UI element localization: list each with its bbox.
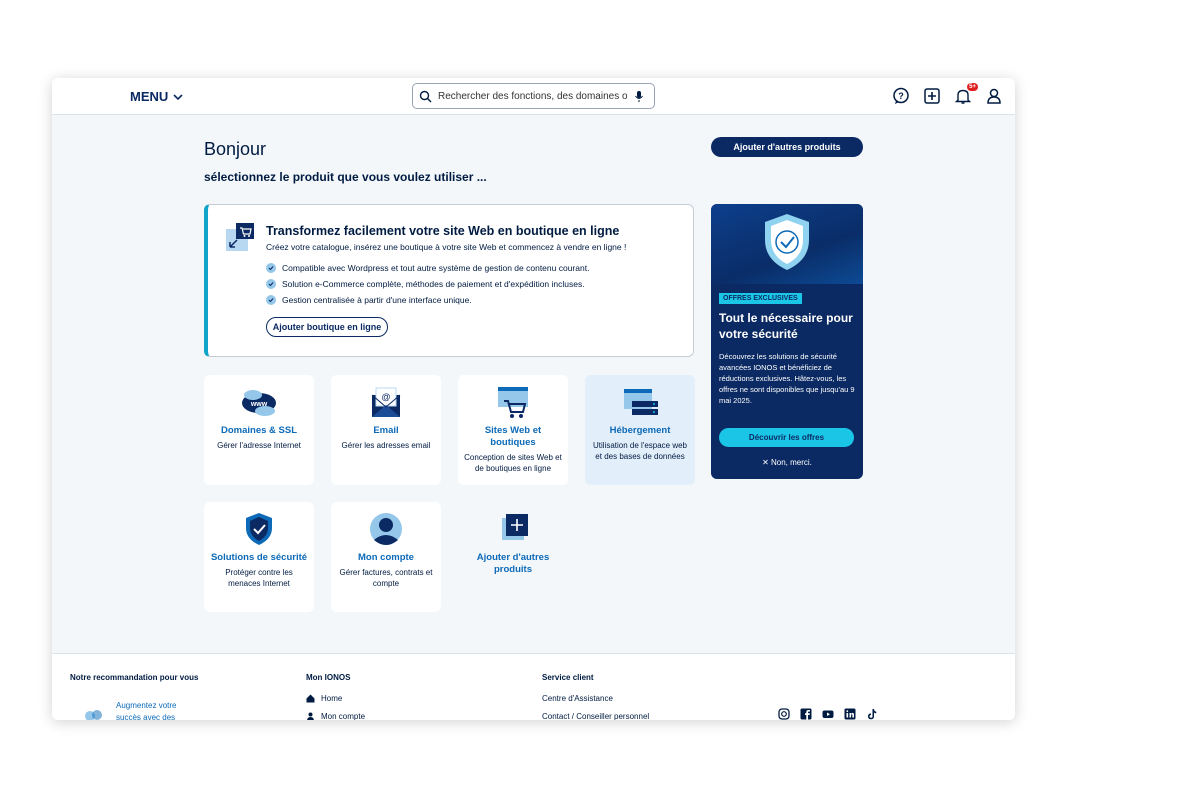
page-subtitle: sélectionnez le produit que vous voulez …	[204, 170, 487, 184]
tile-description: Gérer l'adresse Internet	[217, 441, 301, 450]
tile-add-products[interactable]: Ajouter d'autres produits	[458, 502, 568, 612]
offer-banner-image	[711, 204, 863, 284]
add-online-shop-button[interactable]: Ajouter boutique en ligne	[266, 317, 388, 337]
tiktok-icon[interactable]	[866, 707, 878, 720]
instagram-icon[interactable]	[778, 707, 790, 720]
tile-title: Mon compte	[358, 552, 414, 563]
tile-my-account[interactable]: Mon compte Gérer factures, contrats et c…	[331, 502, 441, 612]
microphone-icon[interactable]	[634, 90, 644, 103]
recommendation-heading: Notre recommandation pour vous	[70, 673, 199, 682]
website-cart-icon	[498, 387, 528, 418]
list-item: Gestion centralisée à partir d'une inter…	[266, 292, 589, 308]
menu-button[interactable]: MENU	[130, 89, 184, 104]
social-links	[778, 707, 878, 720]
footer-link-help-center[interactable]: Centre d'Assistance	[542, 694, 613, 703]
tile-title: Email	[373, 425, 399, 436]
promo-feature-list: Compatible avec Wordpress et tout autre …	[266, 260, 589, 308]
footer-link-home[interactable]: Home	[306, 694, 342, 703]
promo-card: Transformez facilement votre site Web en…	[204, 204, 694, 357]
online-shop-icon	[226, 223, 254, 251]
tile-description: Gérer factures, contrats et compte	[339, 568, 433, 588]
service-heading: Service client	[542, 673, 594, 682]
www-cloud-icon: www	[242, 390, 276, 416]
footer-link-label: Mon compte	[321, 712, 366, 720]
youtube-icon[interactable]	[822, 707, 834, 719]
promo-subtitle: Créez votre catalogue, insérez une bouti…	[266, 242, 627, 252]
check-icon	[266, 295, 276, 305]
add-products-button[interactable]: Ajouter d'autres produits	[711, 137, 863, 157]
page-title: Bonjour	[204, 139, 267, 159]
notification-badge: 5+	[967, 83, 978, 91]
avatar-icon	[370, 513, 402, 545]
mon-ionos-heading: Mon IONOS	[306, 673, 351, 682]
feature-text: Compatible avec Wordpress et tout autre …	[282, 263, 590, 273]
home-icon	[306, 694, 315, 703]
tile-websites-shops[interactable]: Sites Web et boutiques Conception de sit…	[458, 375, 568, 485]
security-offer-panel: OFFRES EXCLUSIVES Tout le nécessaire pou…	[711, 204, 863, 479]
offer-title: Tout le nécessaire pour votre sécurité	[719, 311, 853, 341]
tile-description: Protéger contre les menaces Internet	[225, 568, 293, 588]
promo-title: Transformez facilement votre site Web en…	[266, 224, 620, 238]
search-icon	[419, 90, 432, 102]
offer-description: Découvrez les solutions de sécurité avan…	[719, 352, 855, 405]
envelope-icon: @	[371, 387, 401, 417]
add-square-icon	[502, 514, 528, 540]
footer: Notre recommandation pour vous Augmentez…	[52, 653, 1015, 720]
shield-check-icon	[765, 214, 809, 270]
top-bar: MENU ? 5+	[52, 78, 1015, 115]
chevron-down-icon	[173, 93, 183, 100]
footer-link-label: Home	[321, 694, 343, 703]
top-icons: ? 5+	[892, 83, 1003, 105]
svg-text:www: www	[250, 401, 268, 408]
tile-title: Sites Web et boutiques	[484, 425, 542, 448]
tile-title: Domaines & SSL	[220, 425, 298, 436]
tile-title: Solutions de sécurité	[210, 552, 308, 563]
tile-title: Ajouter d'autres produits	[476, 552, 550, 575]
list-item: Solution e-Commerce complète, méthodes d…	[266, 276, 589, 292]
search-input[interactable]	[438, 90, 628, 102]
tile-email[interactable]: @ Email Gérer les adresses email	[331, 375, 441, 485]
offer-badge: OFFRES EXCLUSIVES	[719, 293, 802, 304]
svg-text:?: ?	[898, 91, 904, 101]
facebook-icon[interactable]	[800, 707, 812, 720]
list-item: Compatible avec Wordpress et tout autre …	[266, 260, 589, 276]
tile-hosting[interactable]: Hébergement Utilisation de l'espace web …	[585, 375, 695, 485]
recommendation-link[interactable]: Augmentez votre succès avec des	[116, 700, 196, 720]
user-icon[interactable]	[985, 87, 1003, 105]
help-chat-icon[interactable]: ?	[892, 87, 910, 105]
footer-link-contact[interactable]: Contact / Conseiller personnel	[542, 712, 649, 720]
discover-offers-button[interactable]: Découvrir les offres	[719, 428, 854, 447]
search-box[interactable]	[412, 83, 655, 109]
tile-security-solutions[interactable]: Solutions de sécurité Protéger contre le…	[204, 502, 314, 612]
tile-domains-ssl[interactable]: www Domaines & SSL Gérer l'adresse Inter…	[204, 375, 314, 485]
tile-description: Gérer les adresses email	[341, 441, 431, 450]
feature-text: Solution e-Commerce complète, méthodes d…	[282, 279, 585, 289]
svg-text:@: @	[381, 392, 390, 402]
menu-label: MENU	[130, 89, 169, 104]
tile-description: Conception de sites Web et de boutiques …	[464, 453, 562, 473]
dismiss-offer-link[interactable]: ✕ Non, merci.	[711, 458, 863, 467]
footer-link-account[interactable]: Mon compte	[306, 712, 365, 720]
linkedin-icon[interactable]	[844, 707, 856, 720]
tile-title: Hébergement	[609, 425, 671, 436]
check-icon	[266, 263, 276, 273]
server-icon	[624, 389, 658, 415]
tile-description: Utilisation de l'espace web et des bases…	[592, 441, 688, 461]
people-icon	[85, 710, 102, 720]
check-icon	[266, 279, 276, 289]
bell-icon[interactable]: 5+	[954, 83, 978, 105]
user-icon	[307, 712, 314, 720]
shield-check-icon	[246, 513, 272, 545]
feature-text: Gestion centralisée à partir d'une inter…	[282, 295, 472, 305]
add-icon[interactable]	[923, 87, 941, 105]
app-window: MENU ? 5+ Bonjour sélectionnez le pro	[52, 78, 1015, 720]
